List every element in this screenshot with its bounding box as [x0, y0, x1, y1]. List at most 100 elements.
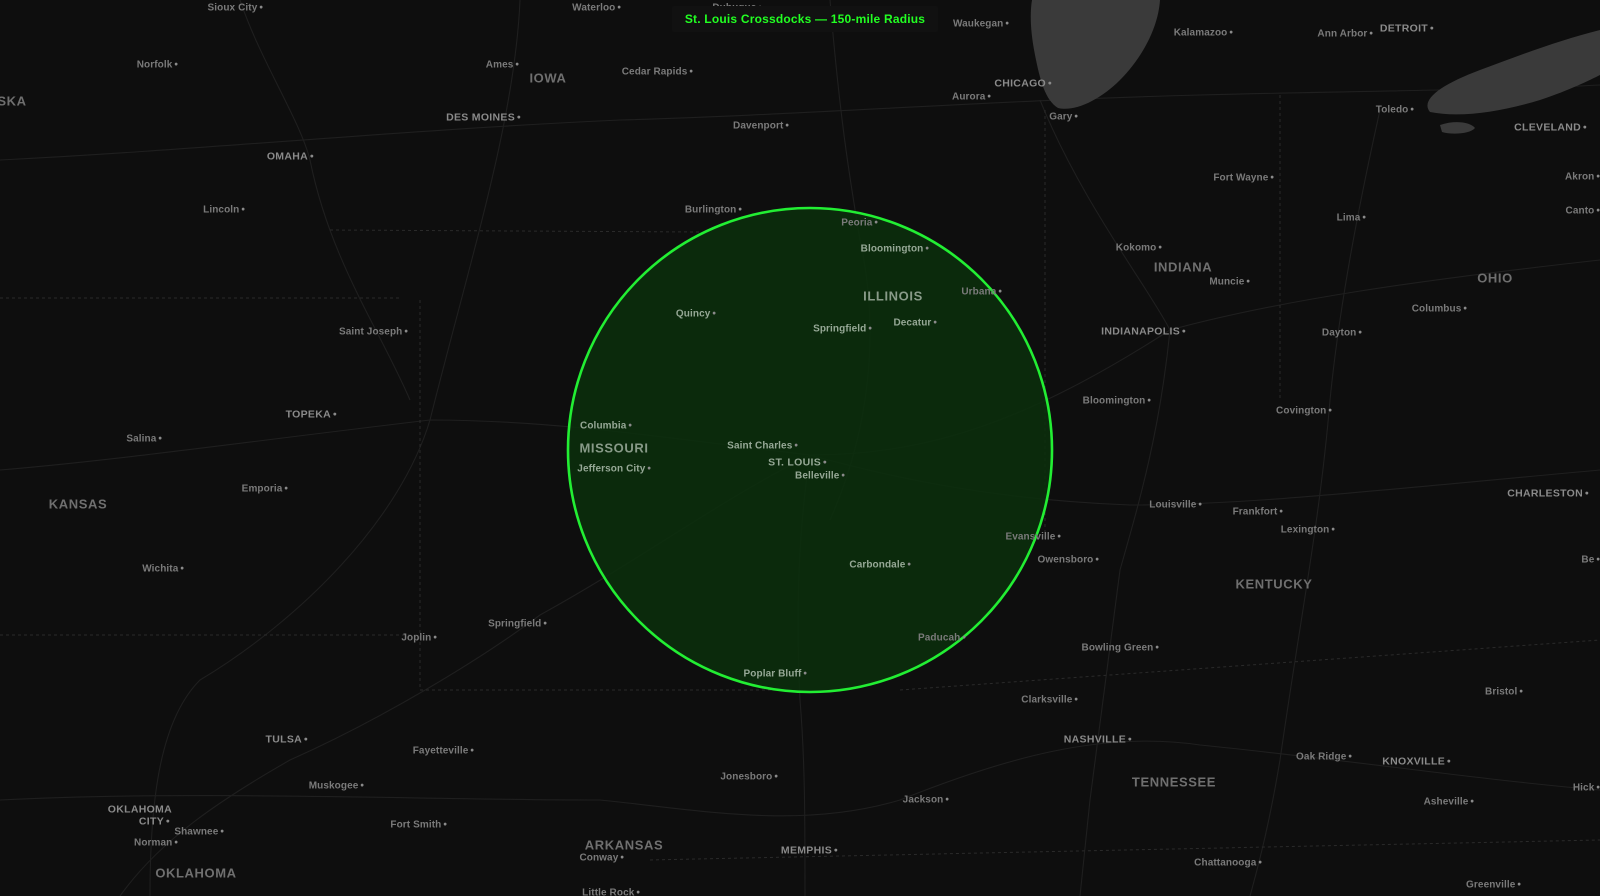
map-label-hickory: Hick: [1573, 783, 1600, 794]
map-label-poplar-bluff: Poplar Bluff: [744, 669, 807, 680]
map-label-indiana: INDIANA: [1153, 259, 1213, 275]
map-label-springfield-il: Springfield: [813, 324, 872, 335]
lake-st-clair: [1440, 122, 1475, 134]
map-label-lima: Lima: [1337, 213, 1366, 224]
map-title: St. Louis Crossdocks — 150-mile Radius: [684, 12, 926, 26]
map-label-chicago: CHICAGO: [994, 78, 1052, 90]
map-label-frankfort: Frankfort: [1233, 507, 1283, 518]
map-label-evansville: Evansville: [1005, 532, 1061, 543]
map-label-nashville: NASHVILLE: [1064, 734, 1132, 746]
map-label-omaha: OMAHA: [267, 151, 314, 163]
map-label-chattanooga: Chattanooga: [1194, 858, 1262, 869]
map-canvas[interactable]: Sioux CityWaterlooDubuqueWaukeganKalamaz…: [0, 0, 1600, 896]
road-i29: [239, 0, 411, 401]
map-label-oklahoma-city-1: OKLAHOMA: [107, 803, 172, 816]
map-label-columbia: Columbia: [580, 421, 632, 432]
map-label-conway: Conway: [579, 853, 624, 864]
map-label-owensboro: Owensboro: [1037, 555, 1099, 566]
map-label-covington: Covington: [1276, 406, 1332, 417]
map-title-box: St. Louis Crossdocks — 150-mile Radius: [672, 6, 938, 32]
map-label-oklahoma-city-2: CITY: [139, 816, 170, 828]
map-label-waukegan: Waukegan: [953, 19, 1009, 30]
map-label-shawnee: Shawnee: [174, 827, 224, 838]
map-label-jackson: Jackson: [903, 795, 949, 806]
map-label-indianapolis: INDIANAPOLIS: [1101, 326, 1186, 338]
map-label-cleveland: CLEVELAND: [1514, 122, 1587, 134]
map-label-ohio: OHIO: [1477, 270, 1513, 286]
map-label-cedar-rapids: Cedar Rapids: [622, 67, 693, 78]
map-label-knoxville: KNOXVILLE: [1382, 756, 1451, 768]
map-label-carbondale: Carbondale: [849, 560, 911, 571]
map-label-topeka: TOPEKA: [286, 409, 337, 421]
map-label-dayton: Dayton: [1322, 328, 1362, 339]
map-label-saint-joseph: Saint Joseph: [339, 327, 408, 338]
map-label-paducah: Paducah: [918, 633, 966, 644]
map-label-arkansas: ARKANSAS: [584, 837, 664, 853]
map-label-tennessee: TENNESSEE: [1131, 774, 1217, 790]
map-label-kalamazoo: Kalamazoo: [1174, 28, 1233, 39]
map-label-belleville: Belleville: [795, 471, 845, 482]
road-i75: [1249, 109, 1381, 896]
map-label-muncie: Muncie: [1209, 277, 1250, 288]
map-label-fort-wayne: Fort Wayne: [1213, 173, 1274, 184]
border-ky-tn: [899, 639, 1600, 691]
map-label-fort-smith: Fort Smith: [390, 820, 447, 831]
map-label-bloomington-in: Bloomington: [1083, 396, 1151, 407]
map-label-bloomington-il: Bloomington: [861, 244, 929, 255]
map-label-clarksville: Clarksville: [1021, 695, 1078, 706]
map-label-norman: Norman: [134, 838, 178, 849]
map-label-davenport: Davenport: [733, 121, 789, 132]
map-label-muskogee: Muskogee: [309, 781, 364, 792]
map-label-peoria: Peoria: [841, 218, 878, 229]
map-label-lexington: Lexington: [1281, 525, 1335, 536]
map-label-burlington: Burlington: [685, 205, 742, 216]
map-label-jonesboro: Jonesboro: [720, 772, 778, 783]
map-label-kokomo: Kokomo: [1116, 243, 1162, 254]
map-label-urbana: Urbana: [961, 287, 1002, 298]
map-label-missouri: MISSOURI: [579, 440, 649, 456]
map-label-emporia: Emporia: [242, 484, 288, 495]
map-label-memphis: MEMPHIS: [781, 845, 838, 857]
map-label-fayetteville: Fayetteville: [413, 746, 474, 757]
map-label-st-louis: ST. LOUIS: [768, 457, 827, 469]
map-label-illinois: ILLINOIS: [863, 288, 923, 304]
map-label-des-moines: DES MOINES: [446, 112, 521, 124]
map-label-tulsa: TULSA: [266, 734, 308, 746]
map-label-aska: SKA: [0, 93, 27, 109]
map-label-quincy: Quincy: [676, 309, 716, 320]
map-label-iowa: IOWA: [529, 70, 567, 86]
map-label-detroit: DETROIT: [1380, 23, 1434, 35]
lake-erie: [1427, 30, 1600, 115]
map-label-canton: Canto: [1566, 206, 1600, 217]
map-label-ann-arbor: Ann Arbor: [1317, 29, 1373, 40]
road-i40: [0, 740, 1600, 817]
map-label-louisville: Louisville: [1149, 500, 1202, 511]
map-label-be: Be: [1581, 555, 1600, 566]
map-label-little-rock: Little Rock: [582, 888, 640, 896]
map-label-lincoln: Lincoln: [203, 205, 245, 216]
map-label-oak-ridge: Oak Ridge: [1296, 752, 1352, 763]
map-label-greenville: Greenville: [1466, 880, 1521, 891]
map-label-joplin: Joplin: [401, 633, 437, 644]
water-bodies: [1030, 0, 1600, 134]
map-label-charleston: CHARLESTON: [1507, 488, 1589, 500]
border-ia-mo: [329, 229, 701, 233]
map-label-bowling-green: Bowling Green: [1082, 643, 1159, 654]
map-label-oklahoma: OKLAHOMA: [155, 865, 237, 881]
map-label-norfolk: Norfolk: [137, 60, 178, 71]
map-label-kansas: KANSAS: [48, 496, 108, 512]
map-label-waterloo: Waterloo: [572, 3, 621, 14]
map-label-gary: Gary: [1049, 112, 1078, 123]
map-label-decatur: Decatur: [893, 318, 937, 329]
map-label-aurora: Aurora: [952, 92, 991, 103]
basemap[interactable]: [0, 0, 1600, 896]
map-label-kentucky: KENTUCKY: [1235, 576, 1313, 592]
map-label-akron: Akron: [1565, 172, 1600, 183]
map-label-toledo: Toledo: [1376, 105, 1414, 116]
map-label-asheville: Asheville: [1424, 797, 1474, 808]
road-i80: [0, 84, 1600, 161]
map-label-jefferson-city: Jefferson City: [577, 464, 651, 475]
map-label-sioux-city: Sioux City: [207, 3, 263, 14]
map-label-columbus: Columbus: [1412, 304, 1467, 315]
lake-michigan: [1030, 0, 1160, 109]
